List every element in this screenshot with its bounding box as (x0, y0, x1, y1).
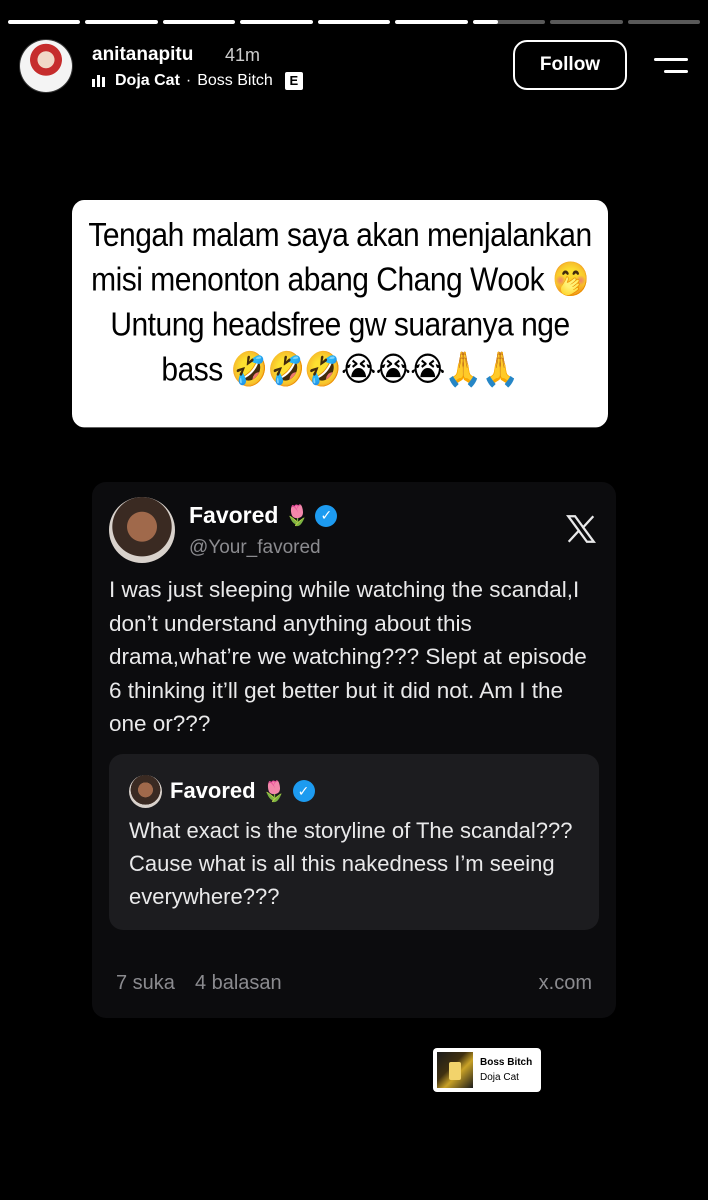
menu-icon[interactable] (654, 56, 688, 76)
progress-segment (8, 20, 81, 24)
post-author-handle: @Your_favored (189, 537, 321, 558)
post-author-avatar (109, 497, 175, 563)
quoted-post[interactable]: Favored 🌷 ✓ What exact is the storyline … (109, 754, 599, 930)
replies-count: 4 balasan (194, 972, 282, 994)
likes-count: 7 suka (116, 972, 175, 994)
progress-segment (162, 20, 236, 24)
tulip-emoji: 🌷 (261, 780, 287, 803)
caption-line: Untung headsfree gw suaranya nge (110, 306, 570, 344)
album-art (437, 1052, 473, 1088)
music-attribution[interactable]: Doja Cat · Boss Bitch E (92, 72, 303, 90)
story-header: anitanapitu 41m Doja Cat · Boss Bitch E … (20, 38, 688, 98)
post-domain: x.com (538, 972, 592, 994)
profile-avatar[interactable] (20, 40, 72, 92)
audio-bars-icon (92, 75, 105, 87)
verified-badge-icon: ✓ (315, 504, 338, 527)
post-time: 41m (225, 45, 261, 65)
sticker-song-title: Boss Bitch (480, 1057, 533, 1068)
caption-line: bass 🤣🤣🤣😭😭😭🙏🙏 (161, 351, 519, 389)
username[interactable]: anitanapitu (92, 44, 193, 66)
music-separator: · (185, 72, 192, 89)
explicit-badge: E (284, 72, 303, 90)
music-title: Boss Bitch (197, 72, 273, 89)
quoted-author-name: Favored 🌷 ✓ (170, 778, 315, 804)
author-name-text: Favored (189, 502, 279, 528)
tulip-emoji: 🌷 (284, 505, 310, 527)
progress-segment (395, 20, 468, 24)
progress-segment (317, 20, 391, 24)
post-footer: 7 suka 4 balasan x.com (116, 972, 592, 995)
progress-segment (550, 20, 623, 24)
progress-segment (85, 20, 158, 24)
post-text: I was just sleeping while watching the s… (109, 577, 587, 736)
caption-line: Tengah malam saya akan menjalankan (88, 216, 592, 254)
quoted-name-text: Favored (170, 778, 256, 803)
progress-segment (240, 20, 313, 24)
quoted-post-text: What exact is the storyline of The scand… (129, 818, 573, 909)
verified-badge-icon: ✓ (292, 780, 315, 802)
progress-segment (627, 20, 700, 24)
story-caption: Tengah malam saya akan menjalankan misi … (72, 200, 608, 428)
x-logo-icon (566, 515, 596, 543)
music-artist: Doja Cat (115, 72, 180, 89)
post-author-name: Favored 🌷 ✓ (189, 502, 338, 529)
music-sticker[interactable]: Boss Bitch Doja Cat (433, 1048, 541, 1092)
follow-button[interactable]: Follow (513, 40, 627, 90)
sticker-artist: Doja Cat (480, 1072, 519, 1083)
shared-post-card[interactable]: Favored 🌷 ✓ @Your_favored I was just sle… (92, 482, 616, 1018)
story-progress-bar (8, 20, 700, 24)
progress-segment (472, 20, 546, 24)
quoted-author-avatar (129, 775, 162, 808)
caption-line: misi menonton abang Chang Wook 🤭 (91, 261, 589, 299)
